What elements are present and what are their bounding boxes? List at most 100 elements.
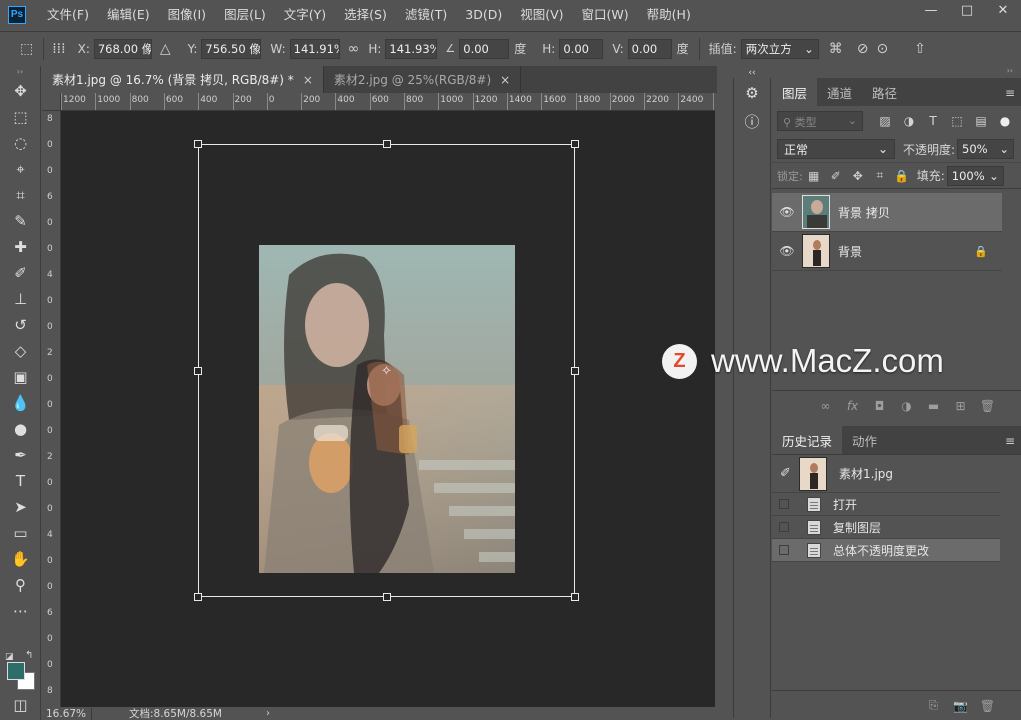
- dodge-tool-icon[interactable]: ●: [0, 416, 41, 442]
- canvas-area[interactable]: ✧: [61, 111, 715, 707]
- blend-mode-select[interactable]: 正常 ⌄: [777, 139, 895, 159]
- warp-icon[interactable]: ⌘: [829, 41, 843, 57]
- delete-state-icon[interactable]: 🗑: [974, 699, 1001, 713]
- menu-filter[interactable]: 滤镜(T): [396, 0, 456, 29]
- transform-handle-top-left[interactable]: [194, 140, 202, 148]
- height-input[interactable]: 141.93%: [385, 38, 438, 59]
- transform-handle-top[interactable]: [383, 140, 391, 148]
- link-icon[interactable]: ∞: [348, 41, 360, 57]
- eyedropper-tool-icon[interactable]: ✎: [0, 208, 41, 234]
- transform-handle-bottom[interactable]: [383, 593, 391, 601]
- new-group-icon[interactable]: ▬: [920, 399, 947, 413]
- color-swatches[interactable]: ◪ ↰: [4, 650, 40, 692]
- menu-3d[interactable]: 3D(D): [456, 0, 511, 29]
- shape-tool-icon[interactable]: ▭: [0, 520, 41, 546]
- marquee-tool-icon[interactable]: ⬚: [0, 104, 41, 130]
- layer-style-icon[interactable]: fx: [839, 399, 866, 413]
- tab-document-1[interactable]: 素材1.jpg @ 16.7% (背景 拷贝, RGB/8#) * ×: [42, 66, 324, 93]
- close-icon[interactable]: ×: [303, 73, 313, 87]
- menu-help[interactable]: 帮助(H): [638, 0, 700, 29]
- lasso-tool-icon[interactable]: ◌: [0, 130, 41, 156]
- move-tool-icon[interactable]: ✥: [0, 78, 41, 104]
- adjustment-layer-icon[interactable]: ◑: [893, 399, 920, 413]
- history-source-checkbox[interactable]: [779, 522, 789, 532]
- filter-toggle-icon[interactable]: ●: [993, 114, 1017, 128]
- history-snapshot[interactable]: ✐ 素材1.jpg: [772, 455, 1000, 493]
- lock-paint-icon[interactable]: ✐: [825, 169, 847, 183]
- tab-document-2[interactable]: 素材2.jpg @ 25%(RGB/8#) ×: [323, 66, 522, 93]
- menu-select[interactable]: 选择(S): [335, 0, 396, 29]
- foreground-color-swatch[interactable]: [7, 662, 25, 680]
- tab-layers[interactable]: 图层: [772, 78, 818, 106]
- visibility-eye-icon[interactable]: 👁: [772, 244, 802, 258]
- history-step[interactable]: 总体不透明度更改: [772, 539, 1000, 562]
- hand-tool-icon[interactable]: ✋: [0, 546, 41, 572]
- opacity-input[interactable]: 50% ⌄: [957, 139, 1015, 159]
- quick-select-tool-icon[interactable]: ⌖: [0, 156, 41, 182]
- history-step[interactable]: 复制图层: [772, 516, 1000, 539]
- menu-file[interactable]: 文件(F): [38, 0, 98, 29]
- layer-row[interactable]: 👁 背景 🔒: [772, 232, 1002, 271]
- history-brush-icon[interactable]: ✐: [772, 466, 799, 481]
- stamp-tool-icon[interactable]: ⊥: [0, 286, 41, 312]
- pen-tool-icon[interactable]: ✒: [0, 442, 41, 468]
- transform-handle-top-right[interactable]: [571, 140, 579, 148]
- zoom-level[interactable]: 16.67%: [42, 707, 92, 720]
- history-source-checkbox[interactable]: [779, 545, 789, 555]
- cancel-transform-icon[interactable]: ⊘: [857, 41, 869, 57]
- horizontal-ruler[interactable]: 1200 1000 800 600 400 200 0 200 400 600 800 1000 120…: [61, 93, 715, 111]
- new-layer-icon[interactable]: ⊞: [947, 399, 974, 413]
- info-icon[interactable]: ⓘ: [734, 107, 770, 135]
- y-input[interactable]: 756.50 像素: [201, 38, 262, 59]
- eraser-tool-icon[interactable]: ◇: [0, 338, 41, 364]
- zoom-tool-icon[interactable]: ⚲: [0, 572, 41, 598]
- pixel-filter-icon[interactable]: ▨: [873, 114, 897, 128]
- smart-object-filter-icon[interactable]: ▤: [969, 114, 993, 128]
- transform-tool-icon[interactable]: ⬚: [20, 41, 33, 57]
- collapse-icon[interactable]: ‹‹: [734, 67, 770, 79]
- transform-handle-left[interactable]: [194, 367, 202, 375]
- lock-transparency-icon[interactable]: ▦: [803, 169, 825, 183]
- status-menu-icon[interactable]: ›: [266, 708, 270, 719]
- restore-button[interactable]: □: [949, 0, 985, 20]
- transform-center-icon[interactable]: ✧: [381, 364, 392, 379]
- delta-icon[interactable]: △: [160, 41, 171, 57]
- x-input[interactable]: 768.00 像素: [93, 38, 152, 59]
- menu-image[interactable]: 图像(I): [159, 0, 215, 29]
- path-select-tool-icon[interactable]: ➤: [0, 494, 41, 520]
- menu-edit[interactable]: 编辑(E): [98, 0, 159, 29]
- type-filter-icon[interactable]: T: [921, 114, 945, 128]
- blur-tool-icon[interactable]: 💧: [0, 390, 41, 416]
- snapshot-icon[interactable]: 📷: [947, 699, 974, 713]
- history-step[interactable]: 打开: [772, 493, 1000, 516]
- collapse-icon[interactable]: ››: [0, 66, 40, 78]
- properties-icon[interactable]: ⚙: [734, 79, 770, 107]
- type-tool-icon[interactable]: T: [0, 468, 41, 494]
- default-colors-icon[interactable]: ◪: [5, 652, 14, 662]
- transform-handle-bottom-right[interactable]: [571, 593, 579, 601]
- gradient-tool-icon[interactable]: ▣: [0, 364, 41, 390]
- hskew-input[interactable]: 0.00: [559, 38, 604, 59]
- delete-layer-icon[interactable]: 🗑: [974, 399, 1001, 413]
- ruler-origin[interactable]: [42, 93, 61, 111]
- minimize-button[interactable]: —: [913, 0, 949, 20]
- lock-all-icon[interactable]: 🔒: [891, 169, 913, 183]
- add-mask-icon[interactable]: ◘: [866, 399, 893, 413]
- history-brush-tool-icon[interactable]: ↺: [0, 312, 41, 338]
- quick-mask-icon[interactable]: ◫: [0, 692, 41, 718]
- link-layers-icon[interactable]: ∞: [812, 399, 839, 413]
- collapse-icon[interactable]: ››: [772, 66, 1021, 78]
- transform-handle-bottom-left[interactable]: [194, 593, 202, 601]
- tab-paths[interactable]: 路径: [862, 78, 907, 106]
- angle-input[interactable]: 0.00: [459, 38, 510, 59]
- fill-input[interactable]: 100% ⌄: [946, 165, 1004, 186]
- tab-channels[interactable]: 通道: [817, 78, 862, 106]
- free-transform-bounding-box[interactable]: ✧: [194, 140, 579, 601]
- more-tools-icon[interactable]: ⋯: [0, 598, 41, 624]
- layer-filter-select[interactable]: ⚲ 类型 ⌄: [777, 111, 863, 131]
- menu-view[interactable]: 视图(V): [511, 0, 572, 29]
- interpolation-select[interactable]: 两次立方 ⌄: [740, 38, 819, 59]
- lock-artboard-icon[interactable]: ⌗: [869, 168, 891, 183]
- transform-handle-right[interactable]: [571, 367, 579, 375]
- tab-history[interactable]: 历史记录: [772, 426, 843, 454]
